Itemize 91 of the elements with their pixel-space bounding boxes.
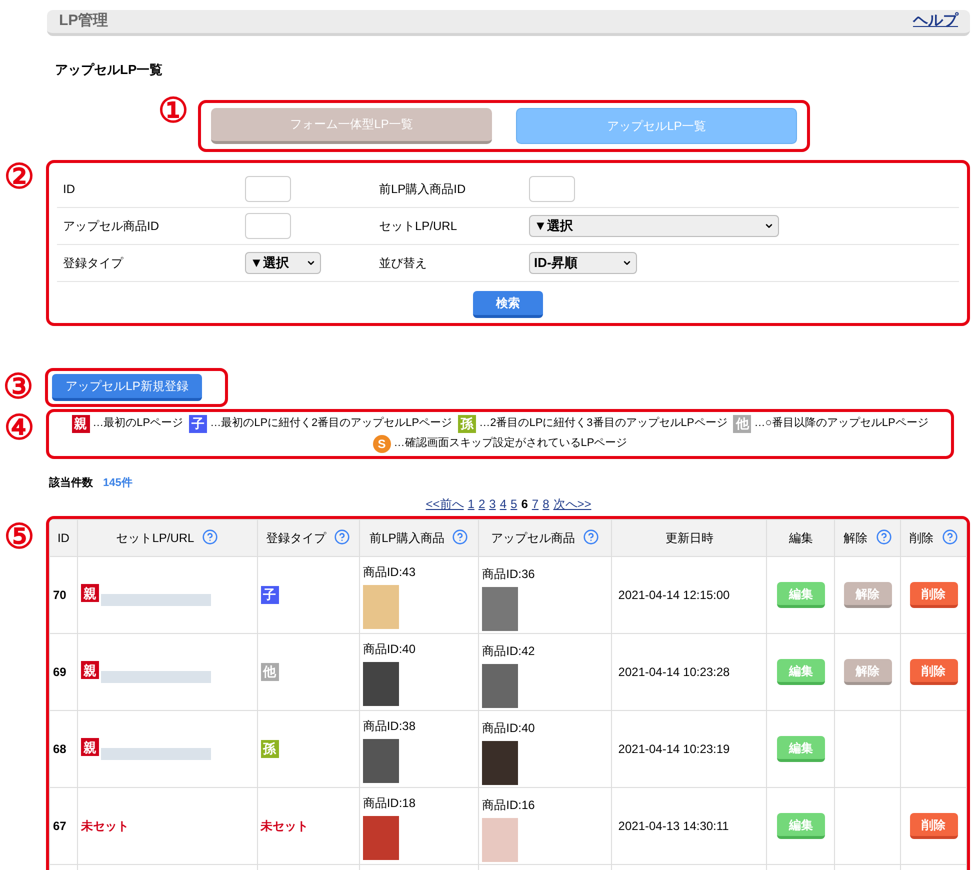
legend-text: …最初のLPページ	[92, 416, 184, 432]
annotation-number: ⑤	[4, 520, 34, 554]
legend-text: …最初のLPに紐付く2番目のアップセルLPページ	[210, 416, 452, 432]
help-icon[interactable]	[452, 529, 468, 545]
pagination-link[interactable]: 6	[521, 495, 528, 513]
help-icon[interactable]	[876, 529, 892, 545]
product-id: 商品ID:36	[482, 567, 535, 581]
product-photo-placeholder	[362, 739, 399, 783]
field-label: ID	[62, 180, 76, 198]
legend-text: …○番目以降のアップセルLPページ	[754, 416, 928, 432]
pagination-link[interactable]: 4	[500, 495, 506, 513]
page-title: アップセルLP一覧	[55, 61, 164, 79]
product-id: 商品ID:43	[362, 565, 416, 579]
product-photo-placeholder	[482, 587, 518, 631]
header-title: LP管理	[59, 11, 108, 32]
result-count-label: 該当件数	[49, 475, 93, 490]
table-cell: 69	[53, 665, 66, 679]
badge-icon: 親	[72, 414, 90, 432]
select-dropdown[interactable]: ▼選択	[529, 214, 779, 236]
pagination-link[interactable]: <<前へ	[426, 495, 464, 513]
table-cell: 2021-04-14 10:23:19	[618, 742, 730, 756]
product-id: 商品ID:40	[362, 642, 416, 656]
annotation-number: ①	[158, 94, 188, 128]
pagination-link[interactable]: 3	[489, 495, 496, 513]
product-id: 商品ID:40	[482, 721, 535, 735]
badge-icon: 子	[260, 586, 279, 604]
unset-label: 未セット	[80, 818, 129, 835]
new-registration-button[interactable]: アップセルLP新規登録	[52, 374, 202, 400]
select-dropdown[interactable]: ID-昇順	[529, 252, 637, 274]
legend-text: …確認画面スキップ設定がされているLPページ	[394, 436, 628, 452]
pagination-link[interactable]: 1	[468, 495, 474, 513]
help-icon[interactable]	[583, 529, 600, 545]
badge-icon: 親	[80, 661, 99, 679]
product-photo-placeholder	[362, 816, 399, 860]
field-label: アップセル商品ID	[62, 218, 160, 234]
help-icon[interactable]	[202, 529, 218, 545]
table-cell: 2021-04-14 10:23:28	[618, 665, 730, 679]
product-photo-placeholder	[482, 664, 518, 708]
field-label: 前LP購入商品ID	[378, 180, 467, 198]
pagination-link[interactable]: 次へ>>	[553, 495, 592, 513]
pagination-link[interactable]: 5	[510, 495, 518, 513]
select-dropdown[interactable]: ▼選択	[245, 252, 321, 274]
text-input[interactable]	[245, 176, 291, 202]
badge-icon: 他	[260, 662, 279, 681]
help-icon[interactable]	[942, 529, 958, 545]
help-icon[interactable]	[334, 529, 350, 545]
annotation-number: ④	[4, 410, 34, 444]
legend-text: …2番目のLPに紐付く3番目のアップセルLPページ	[479, 416, 728, 432]
product-photo-placeholder	[362, 585, 399, 629]
column-header: 解除	[844, 531, 868, 545]
annotation-number: ③	[3, 370, 33, 404]
badge-icon: 子	[189, 414, 208, 432]
product-id: 商品ID:38	[362, 719, 416, 733]
product-id: 商品ID:18	[362, 796, 416, 810]
field-label: セットLP/URL	[378, 218, 458, 234]
badge-icon: 孫	[260, 740, 279, 758]
column-header: アップセル商品	[491, 531, 576, 545]
table-cell: 68	[53, 742, 66, 756]
badge-icon: 親	[80, 584, 99, 602]
column-header: 登録タイプ	[266, 531, 326, 545]
column-header: ID	[57, 531, 70, 545]
badge-icon: 孫	[458, 414, 476, 432]
product-id: 商品ID:42	[482, 644, 535, 658]
text-input[interactable]	[529, 176, 575, 202]
badge-icon: S	[372, 434, 391, 452]
table-cell: 2021-04-14 12:15:00	[618, 588, 730, 602]
field-label: 登録タイプ	[62, 254, 124, 272]
result-count: 145件	[103, 476, 132, 490]
column-header: 前LP購入商品	[370, 531, 444, 545]
help-link[interactable]: ヘルプ	[913, 10, 958, 33]
pagination-link[interactable]: 7	[532, 495, 539, 513]
table-cell: 2021-04-13 14:30:11	[618, 819, 729, 833]
product-id: 商品ID:16	[482, 798, 535, 812]
column-header: セットLP/URL	[116, 531, 194, 545]
text-input[interactable]	[245, 212, 291, 238]
unset-label: 未セット	[260, 819, 309, 833]
field-label: 並び替え	[378, 254, 428, 272]
badge-icon: 他	[733, 414, 752, 432]
annotation-number: ②	[4, 160, 34, 194]
table-cell: 67	[53, 819, 66, 833]
product-photo-placeholder	[362, 662, 399, 706]
pagination-link[interactable]: 8	[542, 495, 550, 513]
column-header: 編集	[788, 531, 813, 545]
pagination-link[interactable]: 2	[478, 495, 486, 513]
product-photo-placeholder	[482, 818, 518, 862]
product-photo-placeholder	[482, 741, 518, 785]
badge-icon: 親	[80, 738, 99, 756]
table-cell: 70	[53, 588, 66, 602]
search-button[interactable]: 検索	[473, 290, 543, 318]
column-header: 更新日時	[665, 531, 714, 545]
column-header: 削除	[910, 531, 934, 545]
